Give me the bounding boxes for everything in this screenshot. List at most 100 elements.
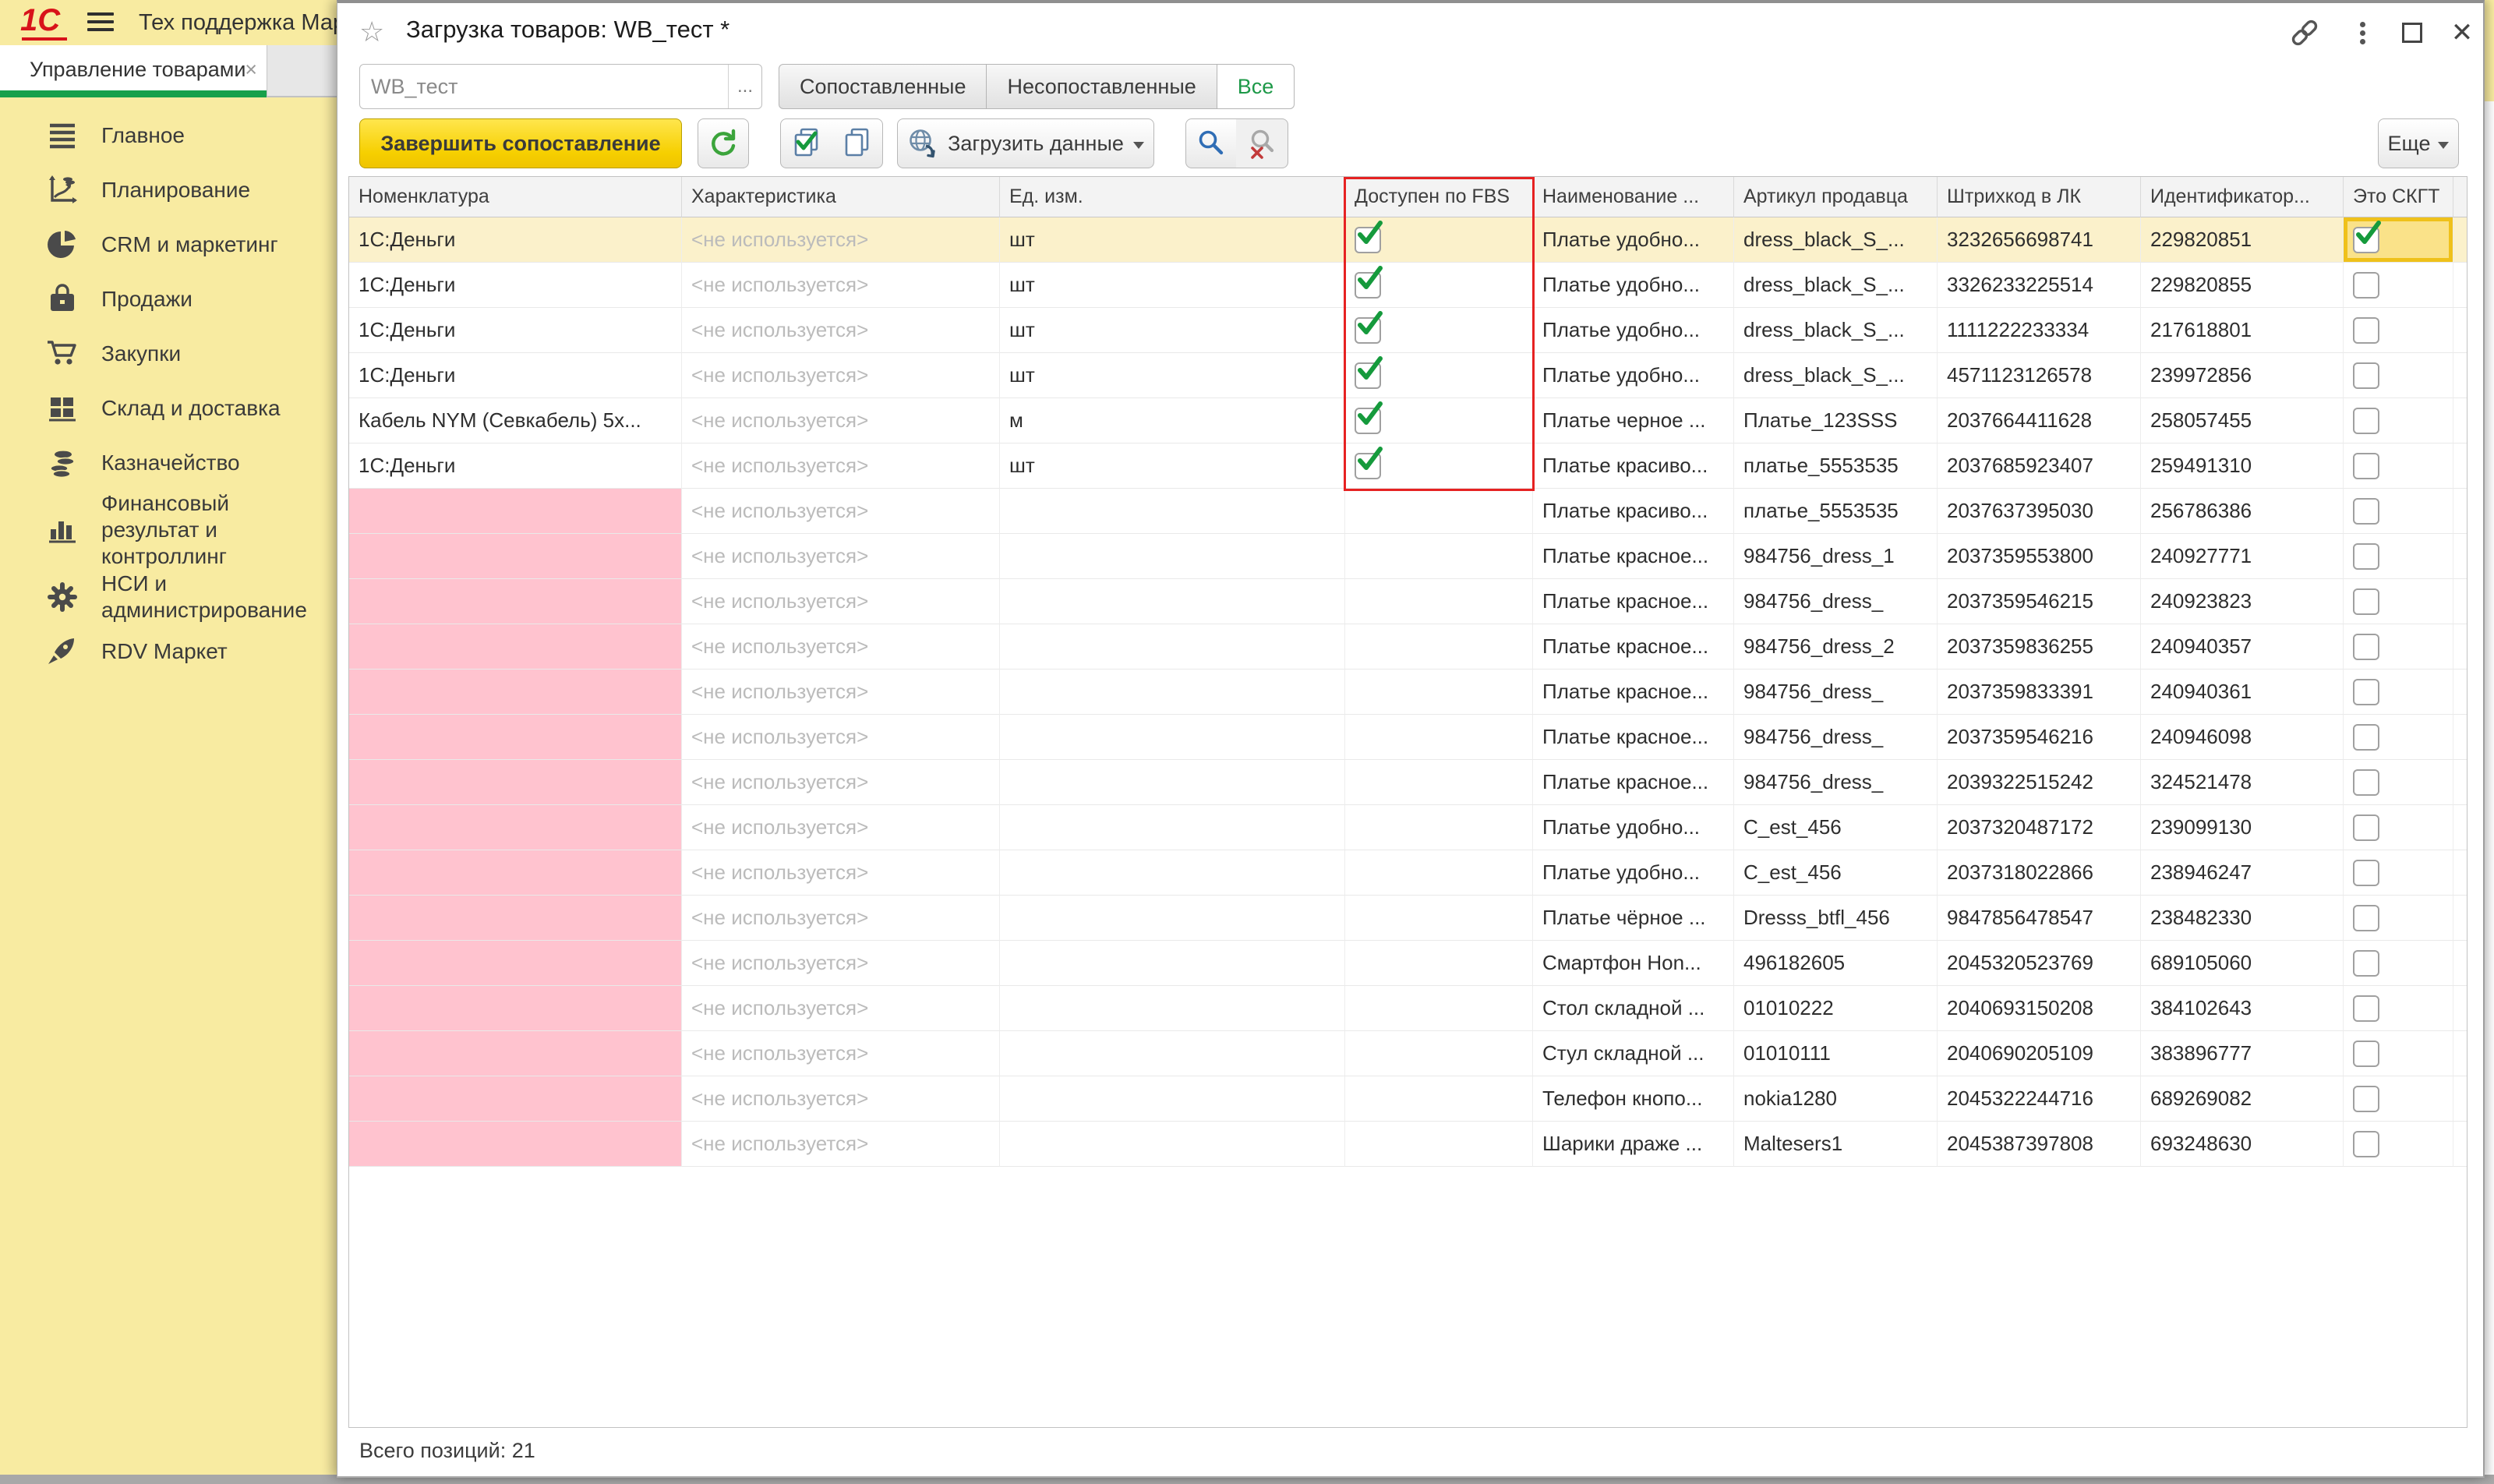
checkbox-unchecked[interactable]: [2353, 588, 2379, 615]
cell-name[interactable]: Телефон кнопо...: [1533, 1076, 1734, 1122]
column-header[interactable]: Наименование ...: [1533, 177, 1734, 217]
cell-barcode[interactable]: 2037664411628: [1938, 398, 2141, 443]
cell-barcode[interactable]: 2037685923407: [1938, 443, 2141, 489]
sidebar-item[interactable]: Склад и доставка: [0, 381, 337, 436]
cell-characteristic[interactable]: <не используется>: [682, 715, 1000, 760]
cell-seller-article[interactable]: C_est_456: [1734, 805, 1938, 850]
cell-nomenclature[interactable]: [349, 850, 682, 896]
cell-fbs-available[interactable]: [1345, 850, 1533, 896]
sidebar-item[interactable]: Главное: [0, 108, 337, 163]
cell-nomenclature[interactable]: Кабель NYM (Севкабель) 5х...: [349, 398, 682, 443]
cell-nomenclature[interactable]: [349, 579, 682, 624]
cell-nomenclature[interactable]: [349, 670, 682, 715]
checkbox-unchecked[interactable]: [2353, 543, 2379, 570]
filter-button[interactable]: Все: [1217, 64, 1295, 109]
checkbox-checked[interactable]: [2353, 227, 2379, 253]
sidebar-item[interactable]: Закупки: [0, 327, 337, 381]
checkbox-unchecked[interactable]: [2353, 1041, 2379, 1067]
cell-seller-article[interactable]: 496182605: [1734, 941, 1938, 986]
cell-unit[interactable]: [1000, 986, 1345, 1031]
cell-name[interactable]: Платье удобно...: [1533, 850, 1734, 896]
maximize-button[interactable]: [2392, 14, 2432, 51]
cell-skgt[interactable]: [2344, 624, 2453, 670]
more-actions-button[interactable]: [2342, 14, 2383, 51]
cell-characteristic[interactable]: <не используется>: [682, 443, 1000, 489]
profile-select-button[interactable]: ...: [728, 65, 761, 108]
cell-fbs-available[interactable]: [1345, 534, 1533, 579]
cell-seller-article[interactable]: C_est_456: [1734, 850, 1938, 896]
cell-name[interactable]: Платье красиво...: [1533, 443, 1734, 489]
cell-name[interactable]: Платье красное...: [1533, 715, 1734, 760]
cell-barcode[interactable]: 2037359553800: [1938, 534, 2141, 579]
cell-fbs-available[interactable]: [1345, 986, 1533, 1031]
checkbox-unchecked[interactable]: [2353, 453, 2379, 479]
cell-seller-article[interactable]: Платье_123SSS: [1734, 398, 1938, 443]
cell-name[interactable]: Платье удобно...: [1533, 263, 1734, 308]
cell-name[interactable]: Платье красное...: [1533, 760, 1734, 805]
checkbox-unchecked[interactable]: [2353, 1131, 2379, 1157]
cell-barcode[interactable]: 2045320523769: [1938, 941, 2141, 986]
cell-seller-article[interactable]: 984756_dress_: [1734, 760, 1938, 805]
cell-unit[interactable]: [1000, 760, 1345, 805]
cell-skgt[interactable]: [2344, 443, 2453, 489]
checkbox-checked[interactable]: [1355, 408, 1381, 434]
cell-fbs-available[interactable]: [1345, 263, 1533, 308]
cell-nomenclature[interactable]: 1С:Деньги: [349, 353, 682, 398]
cell-nomenclature[interactable]: [349, 624, 682, 670]
cell-characteristic[interactable]: <не используется>: [682, 308, 1000, 353]
search-button[interactable]: [1185, 118, 1237, 168]
cell-characteristic[interactable]: <не используется>: [682, 217, 1000, 263]
cell-barcode[interactable]: 3326233225514: [1938, 263, 2141, 308]
cell-seller-article[interactable]: 984756_dress_: [1734, 715, 1938, 760]
cell-nomenclature[interactable]: [349, 760, 682, 805]
cell-unit[interactable]: [1000, 850, 1345, 896]
cell-characteristic[interactable]: <не используется>: [682, 353, 1000, 398]
cell-unit[interactable]: [1000, 534, 1345, 579]
cell-barcode[interactable]: 4571123126578: [1938, 353, 2141, 398]
cell-skgt[interactable]: [2344, 579, 2453, 624]
tab-product-management[interactable]: Управление товарами ×: [0, 45, 267, 97]
checkbox-checked[interactable]: [1355, 362, 1381, 389]
cell-name[interactable]: Платье удобно...: [1533, 217, 1734, 263]
cell-barcode[interactable]: 2037637395030: [1938, 489, 2141, 534]
checkbox-unchecked[interactable]: [2353, 317, 2379, 344]
cell-seller-article[interactable]: dress_black_S_...: [1734, 353, 1938, 398]
cell-skgt[interactable]: [2344, 941, 2453, 986]
cell-skgt[interactable]: [2344, 1031, 2453, 1076]
sidebar-item[interactable]: RDV Маркет: [0, 624, 337, 679]
finish-matching-button[interactable]: Завершить сопоставление: [359, 118, 682, 168]
cell-fbs-available[interactable]: [1345, 489, 1533, 534]
cell-barcode[interactable]: 2037359546216: [1938, 715, 2141, 760]
get-link-button[interactable]: [2284, 14, 2325, 51]
filter-button[interactable]: Несопоставленные: [987, 64, 1217, 109]
sidebar-item[interactable]: Финансовый результат и контроллинг: [0, 490, 337, 570]
cell-fbs-available[interactable]: [1345, 353, 1533, 398]
cell-identifier[interactable]: 258057455: [2141, 398, 2344, 443]
cell-characteristic[interactable]: <не используется>: [682, 1031, 1000, 1076]
column-header[interactable]: Номенклатура: [349, 177, 682, 217]
cell-identifier[interactable]: 229820855: [2141, 263, 2344, 308]
cell-barcode[interactable]: 2037359836255: [1938, 624, 2141, 670]
sidebar-item[interactable]: НСИ и администрирование: [0, 570, 337, 624]
cell-barcode[interactable]: 3232656698741: [1938, 217, 2141, 263]
profile-input[interactable]: WB_тест ...: [359, 64, 762, 109]
cell-fbs-available[interactable]: [1345, 1031, 1533, 1076]
cell-characteristic[interactable]: <не используется>: [682, 263, 1000, 308]
cell-unit[interactable]: шт: [1000, 353, 1345, 398]
cell-nomenclature[interactable]: [349, 1031, 682, 1076]
cell-unit[interactable]: [1000, 896, 1345, 941]
cell-fbs-available[interactable]: [1345, 624, 1533, 670]
checkbox-checked[interactable]: [1355, 272, 1381, 299]
cell-fbs-available[interactable]: [1345, 715, 1533, 760]
cell-unit[interactable]: [1000, 805, 1345, 850]
cell-barcode[interactable]: 9847856478547: [1938, 896, 2141, 941]
cell-skgt[interactable]: [2344, 489, 2453, 534]
cell-name[interactable]: Платье красное...: [1533, 624, 1734, 670]
cell-seller-article[interactable]: Dresss_btfl_456: [1734, 896, 1938, 941]
checkbox-unchecked[interactable]: [2353, 724, 2379, 751]
cell-fbs-available[interactable]: [1345, 1076, 1533, 1122]
cell-skgt[interactable]: [2344, 1076, 2453, 1122]
cell-seller-article[interactable]: nokia1280: [1734, 1076, 1938, 1122]
cell-barcode[interactable]: 2037359546215: [1938, 579, 2141, 624]
cell-fbs-available[interactable]: [1345, 941, 1533, 986]
